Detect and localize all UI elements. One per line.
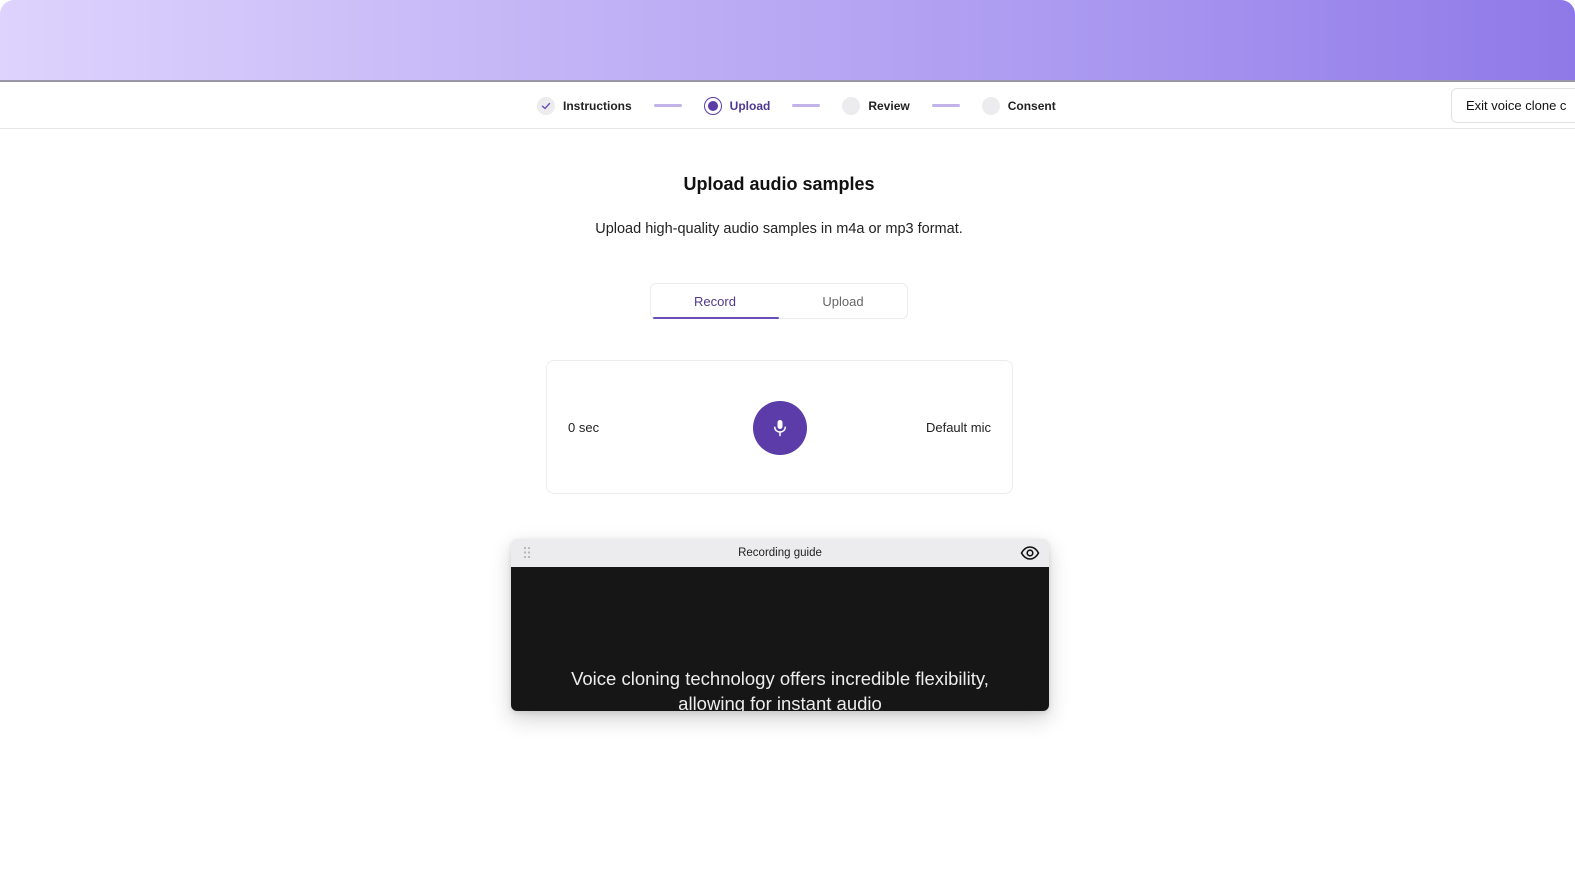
record-button[interactable] (753, 401, 807, 455)
source-tabs: Record Upload (650, 283, 908, 319)
guide-script-text: Voice cloning technology offers incredib… (571, 668, 989, 711)
tab-upload[interactable]: Upload (779, 284, 907, 318)
header-banner (0, 0, 1575, 82)
page-title: Upload audio samples (683, 174, 875, 194)
drag-handle-icon[interactable] (523, 546, 531, 559)
recording-guide-panel: Recording guide Voice cloning technology… (511, 539, 1049, 711)
recorder-panel: 0 sec Default mic (546, 360, 1013, 494)
step-label-instructions: Instructions (563, 98, 632, 113)
voice-clone-app: Instructions Upload Review Consent Exit … (0, 0, 1575, 880)
step-label-upload: Upload (729, 98, 771, 113)
tab-record[interactable]: Record (651, 284, 779, 319)
recording-guide-title: Recording guide (738, 547, 822, 559)
step-upload[interactable]: Upload (703, 96, 771, 115)
exit-voice-clone-button[interactable]: Exit voice clone c (1451, 88, 1575, 123)
step-connector (653, 104, 682, 107)
step-consent[interactable]: Consent (981, 96, 1056, 115)
step-connector (792, 104, 821, 107)
stepper: Instructions Upload Review Consent (537, 82, 1056, 129)
step-label-review: Review (868, 98, 910, 113)
step-review[interactable]: Review (842, 96, 910, 115)
step-label-consent: Consent (1007, 98, 1056, 113)
microphone-device-label[interactable]: Default mic (926, 420, 991, 435)
recording-guide-header: Recording guide (511, 539, 1049, 567)
stepper-bar: Instructions Upload Review Consent Exit … (0, 82, 1575, 129)
active-step-icon (703, 96, 722, 115)
recording-duration: 0 sec (568, 420, 600, 435)
page-subtitle: Upload high-quality audio samples in m4a… (595, 221, 963, 237)
step-connector (931, 104, 960, 107)
microphone-icon (774, 420, 786, 437)
eye-icon[interactable] (1020, 544, 1040, 562)
step-instructions[interactable]: Instructions (537, 96, 632, 115)
recording-guide-script: Voice cloning technology offers incredib… (511, 567, 1049, 711)
check-icon (537, 96, 555, 115)
pending-step-icon (842, 96, 861, 115)
pending-step-icon (981, 96, 1000, 115)
